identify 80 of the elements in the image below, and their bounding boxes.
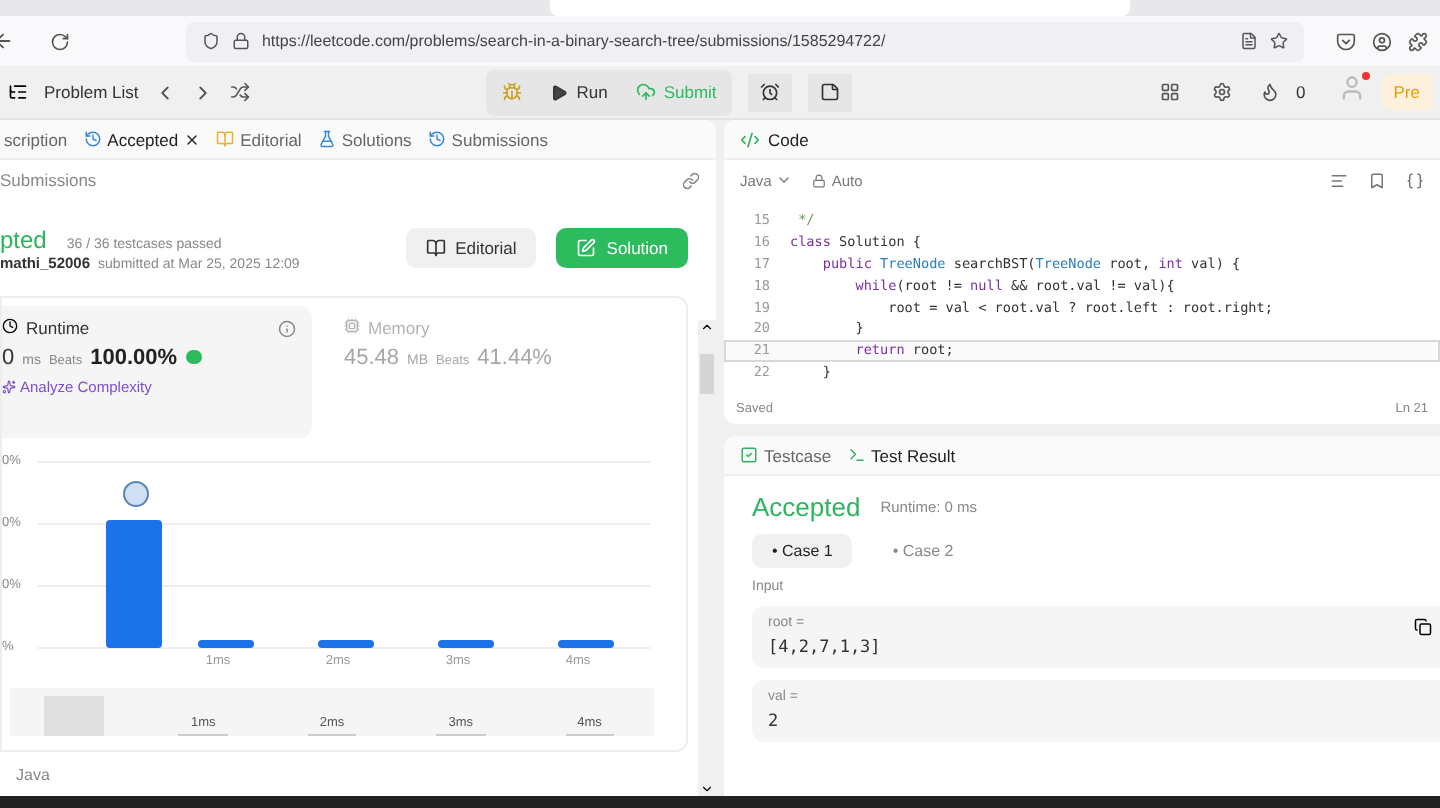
chip-icon [344, 318, 360, 334]
chart-bar [558, 640, 614, 648]
case-tab[interactable]: • Case 2 [872, 534, 974, 568]
scroll-thumb[interactable] [700, 354, 714, 394]
chart-bar [198, 640, 254, 648]
bookmark-star-icon[interactable] [1270, 32, 1289, 50]
problem-list-link[interactable]: Problem List [44, 82, 139, 102]
case-tab[interactable]: • Case 1 [752, 534, 853, 568]
cloud-upload-icon [635, 82, 656, 102]
scroll-up-icon[interactable] [700, 320, 714, 334]
avatar-icon[interactable] [1337, 73, 1366, 101]
flame-icon[interactable] [1260, 82, 1281, 102]
panel-tab[interactable]: Submissions [427, 129, 548, 149]
parameter-value: 2 [768, 712, 781, 732]
lock-icon [231, 32, 250, 50]
beats-percent: 41.44% [477, 346, 552, 370]
info-icon[interactable] [278, 319, 296, 337]
code-icon [740, 129, 760, 149]
edit-icon [576, 238, 597, 258]
shield-icon [201, 32, 220, 50]
alarm-button[interactable] [748, 73, 793, 111]
checkbox-icon [740, 446, 758, 464]
copy-icon[interactable] [1414, 618, 1432, 636]
parameter-value: [4,2,7,1,3] [768, 638, 883, 658]
address-bar[interactable]: https://leetcode.com/problems/search-in-a-binary-search-tree/submissions/1585294722/ [185, 21, 1305, 61]
extension-icon[interactable] [1408, 31, 1428, 51]
streak-count: 0 [1296, 82, 1306, 102]
book-icon [425, 238, 446, 258]
panel-tab[interactable]: Testcase [740, 445, 832, 465]
layout-icon[interactable] [1160, 82, 1181, 102]
lock-icon [811, 173, 826, 187]
medal-icon [185, 350, 202, 364]
bug-icon [502, 82, 523, 102]
submissions-back-link[interactable]: Submissions [0, 170, 97, 190]
user-marker-icon [123, 481, 149, 507]
chart-bar [106, 520, 162, 648]
url-text: https://leetcode.com/problems/search-in-a-binary-search-tree/submissions/1585294722/ [261, 32, 888, 50]
editorial-button[interactable]: Editorial [405, 228, 537, 268]
stat-title: Runtime [26, 318, 90, 338]
book-icon [216, 130, 235, 148]
range-handle[interactable] [44, 696, 105, 736]
chart-bar [438, 640, 494, 648]
flask-icon [317, 130, 336, 148]
panel-tab[interactable]: Editorial [216, 129, 302, 149]
stat-value: 45.48 [344, 346, 400, 370]
settings-icon[interactable] [1212, 82, 1233, 102]
link-icon[interactable] [682, 171, 700, 189]
reload-icon[interactable] [49, 31, 70, 51]
history-icon [83, 130, 102, 148]
reader-view-icon[interactable] [1240, 32, 1259, 50]
panel-tab[interactable]: Accepted [83, 129, 201, 149]
note-icon [820, 82, 841, 102]
result-status: Accepted [752, 492, 861, 522]
status-text: pted [0, 225, 47, 253]
stat-value: 0 [2, 346, 15, 370]
format-icon[interactable] [1330, 171, 1348, 189]
account-icon[interactable] [1372, 31, 1393, 51]
chart-bar [318, 640, 374, 648]
language-label: Java [16, 765, 50, 783]
terminal-icon [847, 446, 866, 464]
panel-tab[interactable]: Test Result [847, 445, 956, 465]
alarm-clock-icon [760, 82, 781, 102]
clock-icon [2, 318, 18, 334]
stat-title: Memory [368, 318, 430, 338]
braces-icon[interactable] [1406, 171, 1424, 189]
bookmark-icon[interactable] [1368, 171, 1386, 189]
close-icon[interactable] [184, 131, 201, 147]
pocket-icon[interactable] [1336, 31, 1357, 51]
history-icon [427, 130, 446, 148]
note-button[interactable] [808, 73, 853, 111]
shuffle-icon[interactable] [230, 82, 251, 102]
beats-percent: 100.00% [90, 346, 178, 370]
chevron-down-icon [775, 172, 792, 188]
scroll-down-icon[interactable] [700, 782, 714, 796]
list-icon[interactable] [8, 82, 28, 102]
play-icon [550, 83, 569, 101]
panel-tab[interactable]: scription [4, 129, 68, 149]
sparkle-icon [2, 380, 16, 394]
panel-tab[interactable]: Solutions [317, 129, 412, 149]
panel-title: Code [768, 129, 809, 149]
